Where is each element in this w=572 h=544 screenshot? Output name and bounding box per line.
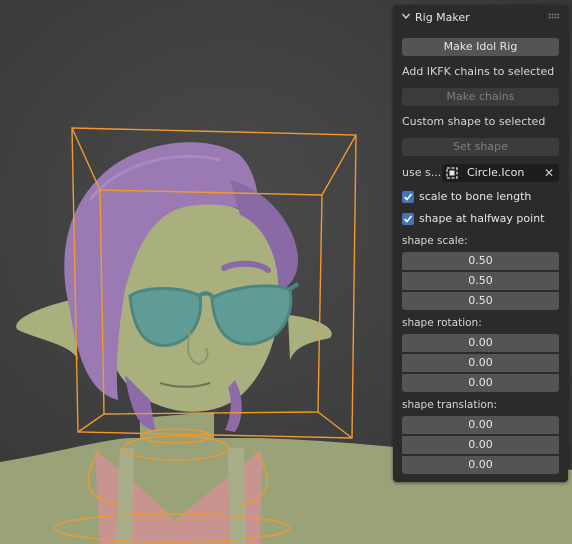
left-ear — [16, 300, 78, 360]
object-icon — [446, 167, 458, 179]
make-idol-rig-button[interactable]: Make Idol Rig — [402, 38, 559, 56]
use-shape-row: use s... Circle.Icon ✕ — [402, 164, 559, 182]
ikfk-label: Add IKFK chains to selected — [402, 65, 555, 78]
checkmark-icon — [403, 193, 413, 201]
shape-rotation-z-field[interactable]: 0.00 — [402, 374, 559, 392]
shape-translation-y-field[interactable]: 0.00 — [402, 436, 559, 454]
clear-icon[interactable]: ✕ — [544, 166, 554, 180]
shape-rotation-label: shape rotation: — [402, 317, 482, 329]
checkbox-checked[interactable] — [402, 191, 414, 203]
shape-rotation-y-field[interactable]: 0.00 — [402, 354, 559, 372]
rig-maker-panel: Rig Maker Make Idol Rig Add IKFK chains … — [393, 5, 568, 482]
shape-object-value: Circle.Icon — [467, 166, 525, 179]
panel-title: Rig Maker — [415, 11, 470, 24]
checkbox-checked[interactable] — [402, 213, 414, 225]
shape-translation-x-field[interactable]: 0.00 — [402, 416, 559, 434]
shape-scale-label: shape scale: — [402, 235, 468, 247]
shape-scale-z-field[interactable]: 0.50 — [402, 292, 559, 310]
right-ear — [288, 315, 332, 360]
shape-scale-x-field[interactable]: 0.50 — [402, 252, 559, 270]
scale-to-bone-length-label: scale to bone length — [419, 190, 532, 203]
shape-rotation-x-field[interactable]: 0.00 — [402, 334, 559, 352]
custom-shape-label: Custom shape to selected — [402, 115, 546, 128]
checkmark-icon — [403, 215, 413, 223]
shape-at-halfway-label: shape at halfway point — [419, 212, 545, 225]
use-shape-label: use s... — [402, 166, 442, 179]
set-shape-button[interactable]: Set shape — [402, 138, 559, 156]
shape-object-field[interactable]: Circle.Icon ✕ — [442, 164, 559, 182]
make-chains-button[interactable]: Make chains — [402, 88, 559, 106]
chevron-down-icon[interactable] — [401, 11, 411, 21]
panel-header[interactable]: Rig Maker — [393, 5, 568, 29]
shape-scale-y-field[interactable]: 0.50 — [402, 272, 559, 290]
shape-translation-label: shape translation: — [402, 399, 498, 411]
drag-grip-icon[interactable] — [548, 13, 559, 19]
shape-translation-z-field[interactable]: 0.00 — [402, 456, 559, 474]
